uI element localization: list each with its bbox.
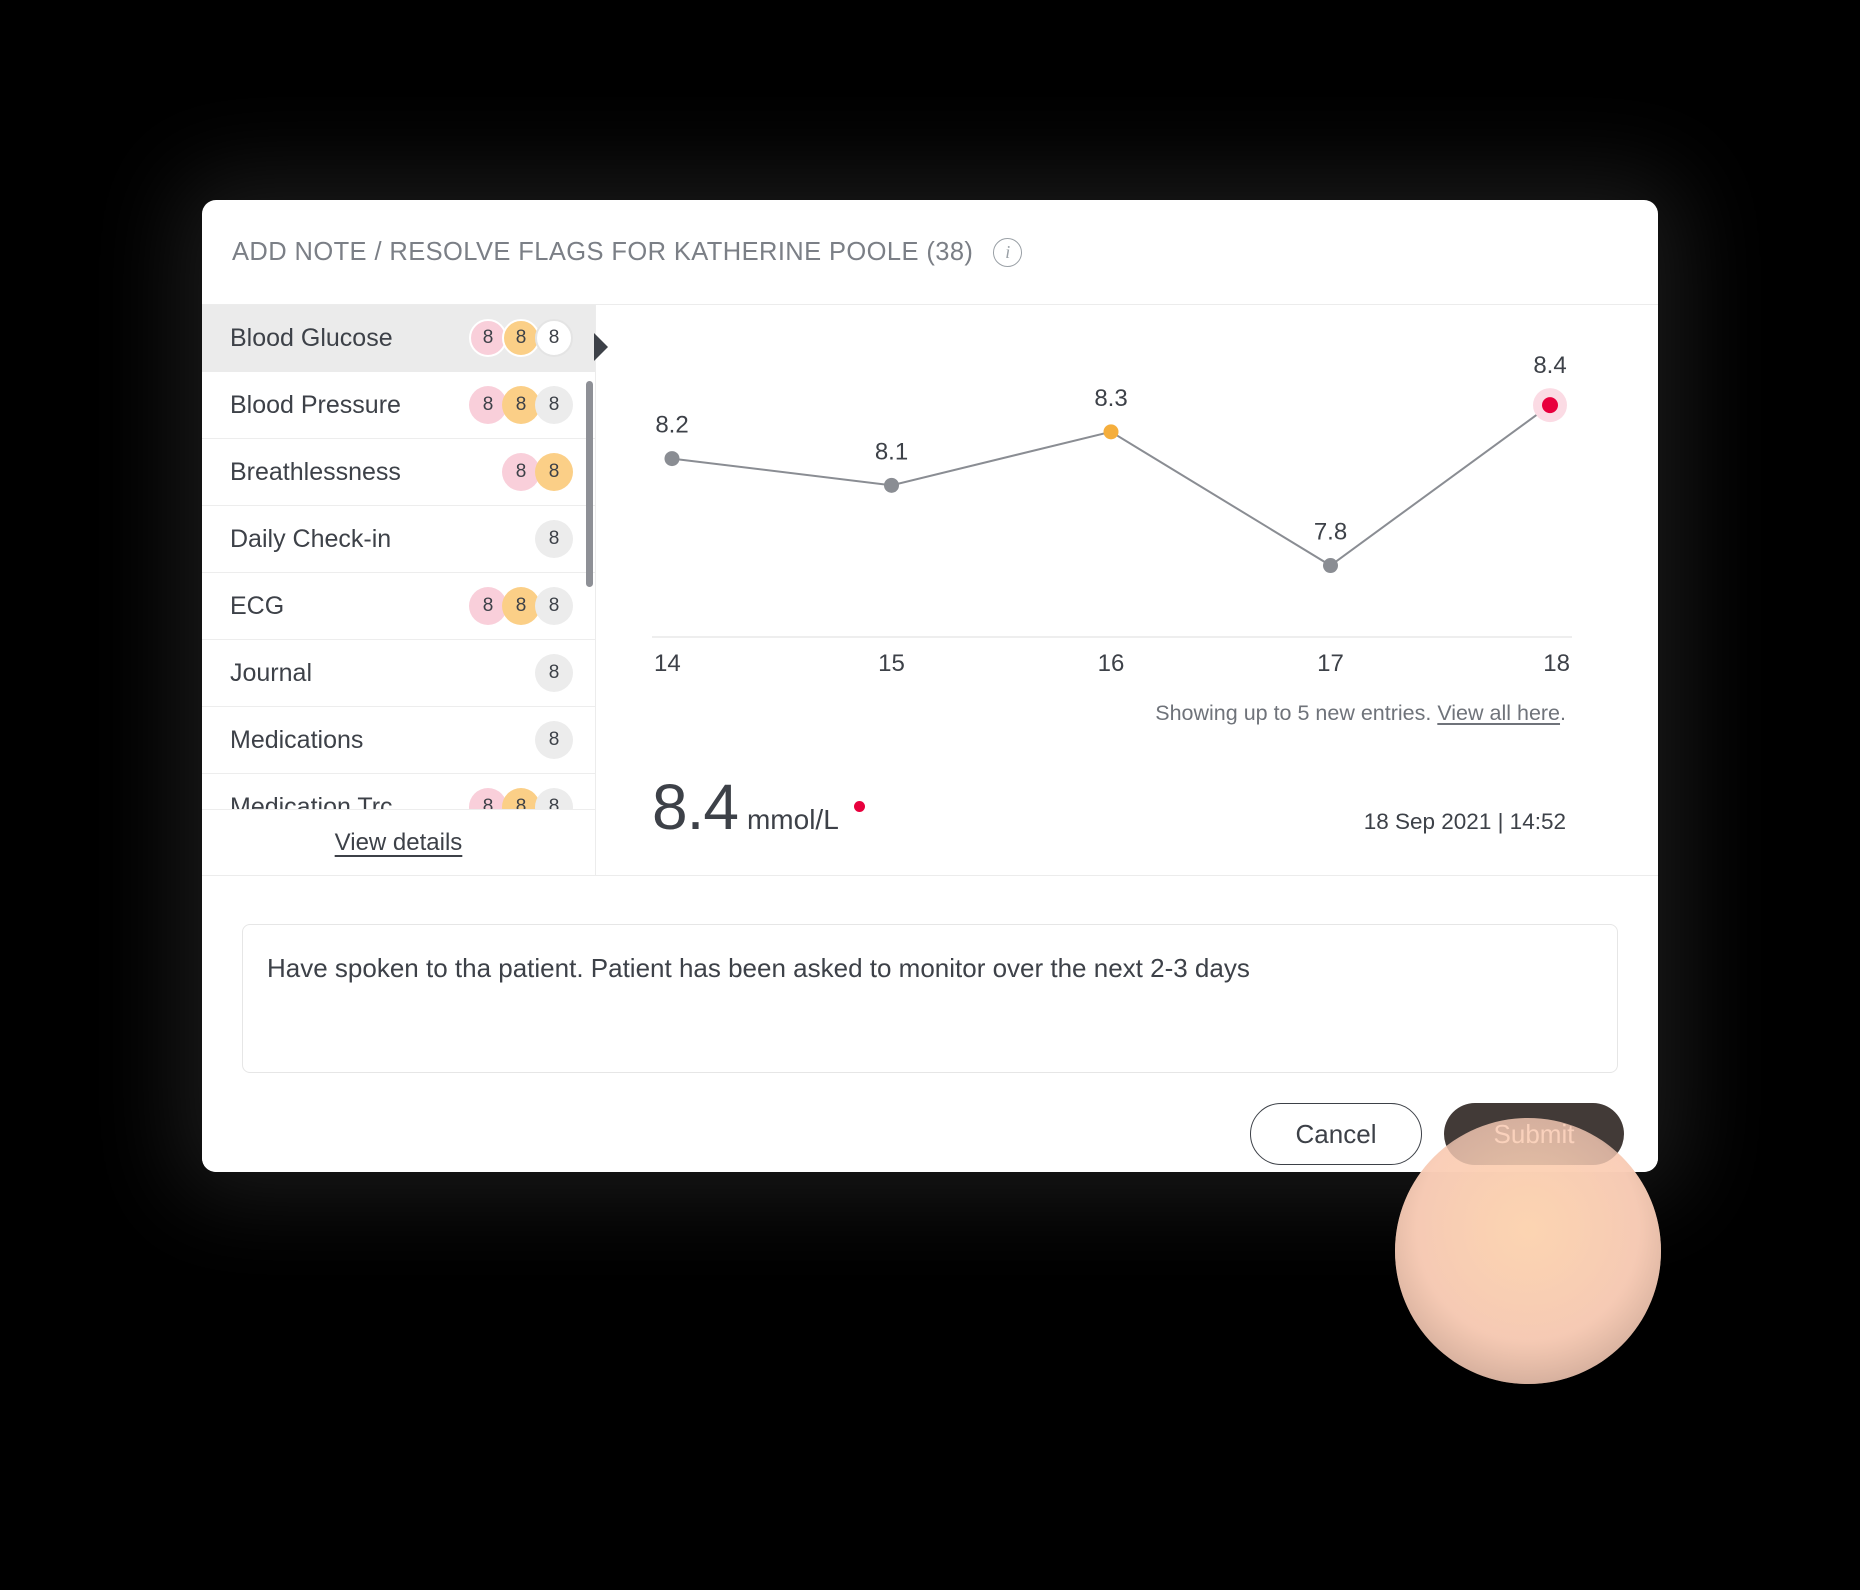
note-input[interactable] [242, 924, 1618, 1073]
chart-data-point[interactable] [1323, 558, 1338, 574]
sidebar-scrollbar-thumb[interactable] [586, 381, 593, 587]
sidebar-item-blood-glucose[interactable]: Blood Glucose 8 8 8 [202, 305, 595, 372]
chart-x-tick-label: 16 [1098, 650, 1125, 677]
sidebar-item-daily-check-in[interactable]: Daily Check-in 8 [202, 506, 595, 573]
chart-point-label: 8.1 [875, 438, 908, 465]
page-title: ADD NOTE / RESOLVE FLAGS FOR KATHERINE P… [232, 237, 974, 266]
modal-body: Blood Glucose 8 8 8 Blood Pressure 8 8 8 Breathl… [202, 304, 1658, 875]
sidebar-scrollbar-track[interactable] [586, 341, 594, 831]
submit-button[interactable]: Submit [1444, 1103, 1624, 1165]
sidebar-item-blood-pressure[interactable]: Blood Pressure 8 8 8 [202, 372, 595, 439]
chart-x-tick-label: 18 [1543, 650, 1570, 677]
note-section: Cancel Submit [202, 875, 1658, 1172]
screen: ADD NOTE / RESOLVE FLAGS FOR KATHERINE P… [0, 0, 1860, 1590]
status-badge-amber: 8 [535, 453, 573, 491]
panel-pointer-arrow-icon [594, 333, 608, 361]
sidebar-item-breathlessness[interactable]: Breathlessness 8 8 [202, 439, 595, 506]
reading-timestamp: 18 Sep 2021 | 14:52 [1363, 809, 1566, 834]
sidebar-item-label: Medication Trc [230, 792, 393, 810]
sidebar-item-badges: 888 [469, 386, 573, 424]
chart-data-point[interactable] [664, 451, 680, 467]
sidebar-list: Blood Glucose 8 8 8 Blood Pressure 8 8 8 Breathl… [202, 305, 595, 809]
sidebar-item-medications[interactable]: Medications 8 [202, 707, 595, 774]
latest-reading: 8.4 mmol/L 18 Sep 2021 | 14:52 [652, 775, 1566, 845]
info-icon[interactable]: i [993, 237, 1023, 267]
sidebar-item-badges: 8 [535, 721, 573, 759]
sidebar-item-badges: 8 [535, 520, 573, 558]
sidebar-item-label: Daily Check-in [230, 524, 392, 553]
detail-panel: 8.2 8.1 8.3 7.8 8.4 14 15 16 17 18 Showing up to … [596, 305, 1658, 875]
add-note-modal: ADD NOTE / RESOLVE FLAGS FOR KATHERINE P… [202, 200, 1658, 1172]
status-badge-grey: 8 [535, 587, 573, 625]
chart-note-after: . [1560, 701, 1566, 725]
reading-unit: mmol/L [746, 804, 839, 835]
sidebar-footer: View details [202, 809, 595, 875]
sidebar-item-ecg[interactable]: ECG 8 8 8 [202, 573, 595, 640]
chart-point-label: 8.4 [1533, 352, 1566, 379]
view-all-here-link[interactable]: View all here [1437, 701, 1560, 725]
chart-data-point[interactable] [884, 477, 899, 493]
chart-entries-note: Showing up to 5 new entries. View all he… [1155, 701, 1566, 726]
sidebar-item-badges: 888 [469, 319, 573, 357]
sidebar: Blood Glucose 8 8 8 Blood Pressure 8 8 8 Breathl… [202, 305, 596, 875]
status-badge-grey: 8 [535, 721, 573, 759]
glucose-line-chart: 8.2 8.1 8.3 7.8 8.4 14 15 16 17 18 [652, 319, 1572, 679]
chart-point-label: 8.3 [1094, 385, 1127, 412]
modal-header: ADD NOTE / RESOLVE FLAGS FOR KATHERINE P… [202, 200, 1658, 304]
status-badge-grey: 8 [535, 654, 573, 692]
modal-actions: Cancel Submit [1250, 1103, 1624, 1165]
chart-x-tick-label: 15 [878, 650, 905, 677]
reading-status-dot-icon [853, 800, 865, 812]
sidebar-item-badges: 88 [502, 453, 573, 491]
sidebar-item-label: Blood Pressure [230, 390, 401, 419]
chart-x-tick-label: 17 [1317, 650, 1344, 677]
chart-note-before: Showing up to 5 new entries. [1155, 701, 1438, 725]
status-badge-grey: 8 [535, 319, 573, 357]
chart-point-label: 8.2 [655, 412, 688, 439]
chart-point-label: 7.8 [1314, 519, 1347, 546]
sidebar-item-badges: 888 [469, 788, 573, 809]
sidebar-item-label: Breathlessness [230, 457, 401, 486]
chart-svg: 8.2 8.1 8.3 7.8 8.4 14 15 16 17 18 [652, 352, 1572, 677]
status-badge-grey: 8 [535, 520, 573, 558]
view-details-link[interactable]: View details [335, 829, 463, 857]
cancel-button[interactable]: Cancel [1250, 1103, 1422, 1165]
chart-data-point[interactable] [1542, 397, 1558, 414]
reading-value: 8.4 [652, 771, 739, 843]
sidebar-item-label: Medications [230, 725, 364, 754]
status-badge-grey: 8 [535, 788, 573, 809]
sidebar-item-journal[interactable]: Journal 8 [202, 640, 595, 707]
sidebar-item-badges: 888 [469, 587, 573, 625]
status-badge-grey: 8 [535, 386, 573, 424]
chart-data-point[interactable] [1103, 424, 1119, 440]
sidebar-item-badges: 8 [535, 654, 573, 692]
sidebar-item-label: Blood Glucose [230, 323, 393, 352]
sidebar-item-label: Journal [230, 658, 312, 687]
sidebar-item-medication-trc[interactable]: Medication Trc 8 8 8 [202, 774, 595, 809]
chart-x-tick-label: 14 [654, 650, 681, 677]
sidebar-item-label: ECG [230, 591, 285, 620]
